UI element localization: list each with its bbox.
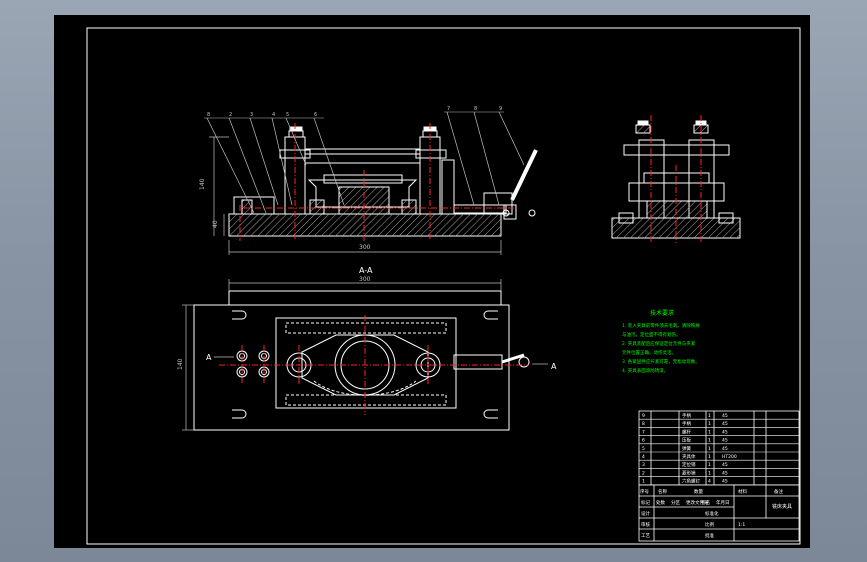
balloon-number: 5 xyxy=(286,112,289,118)
parts-cell: 螺杆 xyxy=(682,428,691,435)
parts-cell: 菱形销 xyxy=(682,469,696,476)
front-width-dim: 300 xyxy=(359,244,371,251)
plan-centerlines xyxy=(219,315,529,415)
balloon-number: 6 xyxy=(314,112,317,118)
front-height-dim: 140 xyxy=(199,178,206,190)
section-label: A-A xyxy=(359,266,373,275)
title-block-cell: 标记 xyxy=(641,499,650,506)
parts-cell: 六角螺钉 xyxy=(682,478,700,485)
parts-rows: 9 手柄 1 45 8 手柄 1 45 7 螺杆 1 45 6 压板 1 45 5 弹簧 1 45 4 夹具体 1 HT200… xyxy=(639,412,799,486)
balloon-number: 3 xyxy=(250,112,253,118)
title-block-cell: 设计 xyxy=(641,510,650,517)
parts-cell: 4 xyxy=(708,479,711,485)
drawing-title: 铣床夹具 xyxy=(772,503,792,510)
parts-cell: 1 xyxy=(642,479,645,485)
title-block-cell: 分区 xyxy=(671,499,680,506)
title-block-cell: 处数 xyxy=(656,499,665,506)
technical-drawing: 300 140 40 8 2 3 4 5 67 8 9 A-A 300 140 … xyxy=(86,27,801,545)
plan-view xyxy=(193,290,530,431)
title-block-cell: 审核 xyxy=(641,521,650,528)
parts-cell: 1 xyxy=(708,462,711,468)
table-header-cell: 数量 xyxy=(694,488,703,495)
parts-cell: 45 xyxy=(722,462,728,468)
parts-cell: 8 xyxy=(642,421,645,427)
title-block-cell: 批准 xyxy=(705,532,714,539)
balloon-number: 8 xyxy=(474,106,477,112)
parts-cell: 7 xyxy=(642,429,645,435)
parts-cell: 1 xyxy=(708,421,711,427)
title-block-cell: 签名 xyxy=(701,499,710,506)
parts-cell: 弹簧 xyxy=(682,445,691,452)
parts-cell: 45 xyxy=(722,429,728,435)
parts-cell: 45 xyxy=(722,446,728,452)
parts-cell: 压板 xyxy=(682,437,691,444)
parts-cell: 1 xyxy=(708,438,711,444)
parts-cell: 45 xyxy=(722,413,728,419)
parts-cell: 1 xyxy=(708,413,711,419)
parts-cell: 1 xyxy=(708,470,711,476)
balloon-number: 4 xyxy=(272,112,275,118)
table-header-cell: 备注 xyxy=(774,488,783,495)
parts-cell: 45 xyxy=(722,479,728,485)
parts-cell: 6 xyxy=(642,438,645,444)
parts-cell: 2 xyxy=(642,470,645,476)
title-block-cell: 标准化 xyxy=(705,510,719,517)
balloon-number: 7 xyxy=(447,106,450,112)
parts-cell: 定位销 xyxy=(682,461,696,468)
balloon-number: 8 xyxy=(207,112,210,118)
title-block-cell: 年月日 xyxy=(716,499,730,506)
tech-req-line: 2. 夹具装配后应保证定位元件与夹紧 xyxy=(622,340,696,347)
front-base-dim: 40 xyxy=(212,220,219,228)
tech-req-line: 4. 夹具表面涂防锈漆。 xyxy=(622,367,668,374)
front-view xyxy=(228,126,538,237)
title-block-cell: 工艺 xyxy=(641,533,650,539)
plan-depth-dim: 140 xyxy=(177,358,184,370)
view-arrow-left: A xyxy=(206,353,212,362)
parts-cell: 手柄 xyxy=(682,412,691,419)
parts-cell: 1 xyxy=(708,429,711,435)
table-header-cell: 名称 xyxy=(658,488,667,495)
drawing-scale: 1:1 xyxy=(738,522,745,528)
parts-cell: 5 xyxy=(642,446,645,452)
balloon-number: 9 xyxy=(499,106,502,112)
parts-cell: 夹具体 xyxy=(682,453,696,460)
tech-req-line: 3. 各紧固件应拧紧可靠，无松动现象。 xyxy=(622,358,700,365)
tech-req-line: 元件位置正确，动作灵活。 xyxy=(622,349,676,356)
parts-cell: 45 xyxy=(722,470,728,476)
view-arrow-right: A xyxy=(551,362,557,371)
parts-cell: 手柄 xyxy=(682,420,691,427)
parts-cell: 9 xyxy=(642,413,645,419)
drawing-canvas: 300 140 40 823456789 A-A 300 140 A A 技术要… xyxy=(54,15,810,548)
title-block-cell: 比例 xyxy=(705,521,714,528)
parts-cell: 1 xyxy=(708,446,711,452)
parts-table xyxy=(638,410,800,542)
tech-req-title: 技术要求 xyxy=(650,309,674,317)
balloon-number: 2 xyxy=(229,112,232,118)
parts-cell: HT200 xyxy=(722,454,737,460)
tech-req-lines: 1. 装入夹具前零件须去毛刺，清除铁屑 与油污。定位面不得有划伤。 2. 夹具装配… xyxy=(622,322,700,374)
table-header-cell: 材料 xyxy=(738,488,747,495)
parts-cell: 1 xyxy=(708,454,711,460)
parts-cell: 45 xyxy=(722,438,728,444)
table-header-cell: 序号 xyxy=(640,488,649,495)
parts-cell: 3 xyxy=(642,462,645,468)
parts-cell: 4 xyxy=(642,454,645,460)
tech-req-line: 与油污。定位面不得有划伤。 xyxy=(622,331,681,338)
tech-req-line: 1. 装入夹具前零件须去毛刺，清除铁屑 xyxy=(622,322,700,329)
parts-cell: 45 xyxy=(722,421,728,427)
plan-width-dim: 300 xyxy=(359,276,371,283)
